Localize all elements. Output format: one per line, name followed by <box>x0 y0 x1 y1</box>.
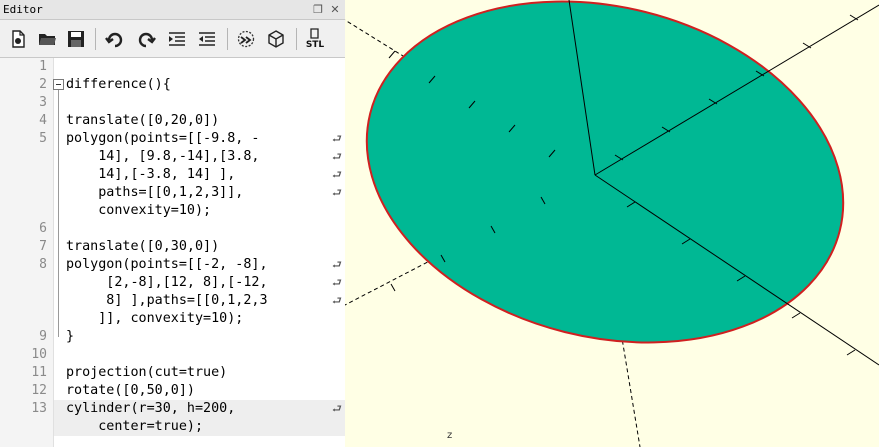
editor-title-bar: Editor ❐ ✕ <box>0 0 345 20</box>
code-line: projection(cut=true) <box>66 365 228 380</box>
line-wrap-icon: ⮐ <box>332 294 342 307</box>
open-file-button[interactable] <box>35 27 59 51</box>
3d-viewport[interactable]: z <box>345 0 879 447</box>
code-line: polygon(points=[[-2, -8], <box>66 257 268 272</box>
new-file-icon <box>12 30 25 48</box>
axis-z-label: z <box>447 430 453 441</box>
preview-icon <box>237 30 255 48</box>
open-folder-icon <box>39 34 56 45</box>
line-wrap-icon: ⮐ <box>332 168 342 181</box>
render-cube-icon <box>268 30 284 48</box>
code-line: 8] ],paths=[[0,1,2,3 <box>66 293 268 308</box>
line-number <box>0 202 47 220</box>
editor-title: Editor <box>3 3 43 16</box>
save-file-button[interactable] <box>64 27 88 51</box>
code-line: 14], [9.8,-14],[3.8, <box>66 149 260 164</box>
indent-button[interactable] <box>165 27 189 51</box>
close-icon[interactable]: ✕ <box>328 3 342 17</box>
code-line: ]], convexity=10); <box>66 311 244 326</box>
editor-panel: Editor ❐ ✕ STL 1 2 3 4 5 6 7 8 9 10 11 1… <box>0 0 345 447</box>
line-number: 3 <box>39 95 47 110</box>
stl-label: STL <box>305 40 325 50</box>
code-line: [2,-8],[12, 8],[-12, <box>66 275 268 290</box>
line-number <box>0 292 47 310</box>
line-wrap-icon: ⮐ <box>332 402 342 415</box>
code-line: translate([0,20,0]) <box>66 113 220 128</box>
code-line: } <box>66 329 75 344</box>
unindent-icon <box>199 32 215 46</box>
code-line: polygon(points=[[-9.8, - <box>66 131 260 146</box>
line-wrap-icon: ⮐ <box>332 276 342 289</box>
line-number: 2 <box>39 77 47 92</box>
float-icon[interactable]: ❐ <box>311 3 325 17</box>
line-number: 7 <box>39 239 47 254</box>
line-number-gutter: 1 2 3 4 5 6 7 8 9 10 11 12 13 <box>0 58 54 447</box>
line-number <box>0 310 47 328</box>
line-wrap-icon: ⮐ <box>332 186 342 199</box>
line-wrap-icon: ⮐ <box>332 258 342 271</box>
projected-cylinder-shape <box>365 0 845 344</box>
toolbar-separator <box>95 28 96 50</box>
viewport-canvas <box>345 0 879 447</box>
code-line: rotate([0,50,0]) <box>66 383 195 398</box>
code-line: convexity=10); <box>66 203 212 218</box>
save-disk-icon <box>68 31 84 47</box>
line-number: 12 <box>31 383 47 398</box>
export-stl-button[interactable]: STL <box>303 27 327 51</box>
line-number <box>0 148 47 166</box>
line-number: 4 <box>39 113 47 128</box>
line-wrap-icon: ⮐ <box>332 150 342 163</box>
code-line: center=true); <box>66 419 204 434</box>
code-line: paths=[[0,1,2,3]], <box>66 185 244 200</box>
unindent-button[interactable] <box>195 27 219 51</box>
editor-toolbar: STL <box>0 20 345 58</box>
new-file-button[interactable] <box>6 27 30 51</box>
code-line: cylinder(r=30, h=200, <box>66 401 236 416</box>
code-line: difference(){ <box>66 77 171 92</box>
indent-icon <box>169 32 185 46</box>
line-number <box>0 166 47 184</box>
line-number: 13 <box>31 401 47 416</box>
line-number: 6 <box>39 221 47 236</box>
line-number: 9 <box>39 329 47 344</box>
line-number: 1 <box>39 59 47 74</box>
code-line: translate([0,30,0]) <box>66 239 220 254</box>
render-button[interactable] <box>264 27 288 51</box>
fold-toggle-icon[interactable] <box>53 79 64 90</box>
code-editor[interactable]: 1 2 3 4 5 6 7 8 9 10 11 12 13 difference(){translate… <box>0 58 345 447</box>
line-wrap-icon: ⮐ <box>332 132 342 145</box>
line-number: 8 <box>39 257 47 272</box>
redo-button[interactable] <box>134 27 158 51</box>
line-number <box>0 274 47 292</box>
line-number: 10 <box>31 347 47 362</box>
line-number: 11 <box>31 365 47 380</box>
undo-button[interactable] <box>103 27 127 51</box>
undo-icon <box>105 32 123 48</box>
preview-button[interactable] <box>234 27 258 51</box>
code-line: 14],[-3.8, 14] ], <box>66 167 236 182</box>
line-number <box>0 184 47 202</box>
fold-range-line <box>58 90 59 337</box>
line-number <box>0 418 47 436</box>
line-number: 5 <box>39 131 47 146</box>
toolbar-separator <box>296 28 297 50</box>
export-icon <box>310 28 319 39</box>
toolbar-separator <box>227 28 228 50</box>
redo-icon <box>138 32 156 48</box>
